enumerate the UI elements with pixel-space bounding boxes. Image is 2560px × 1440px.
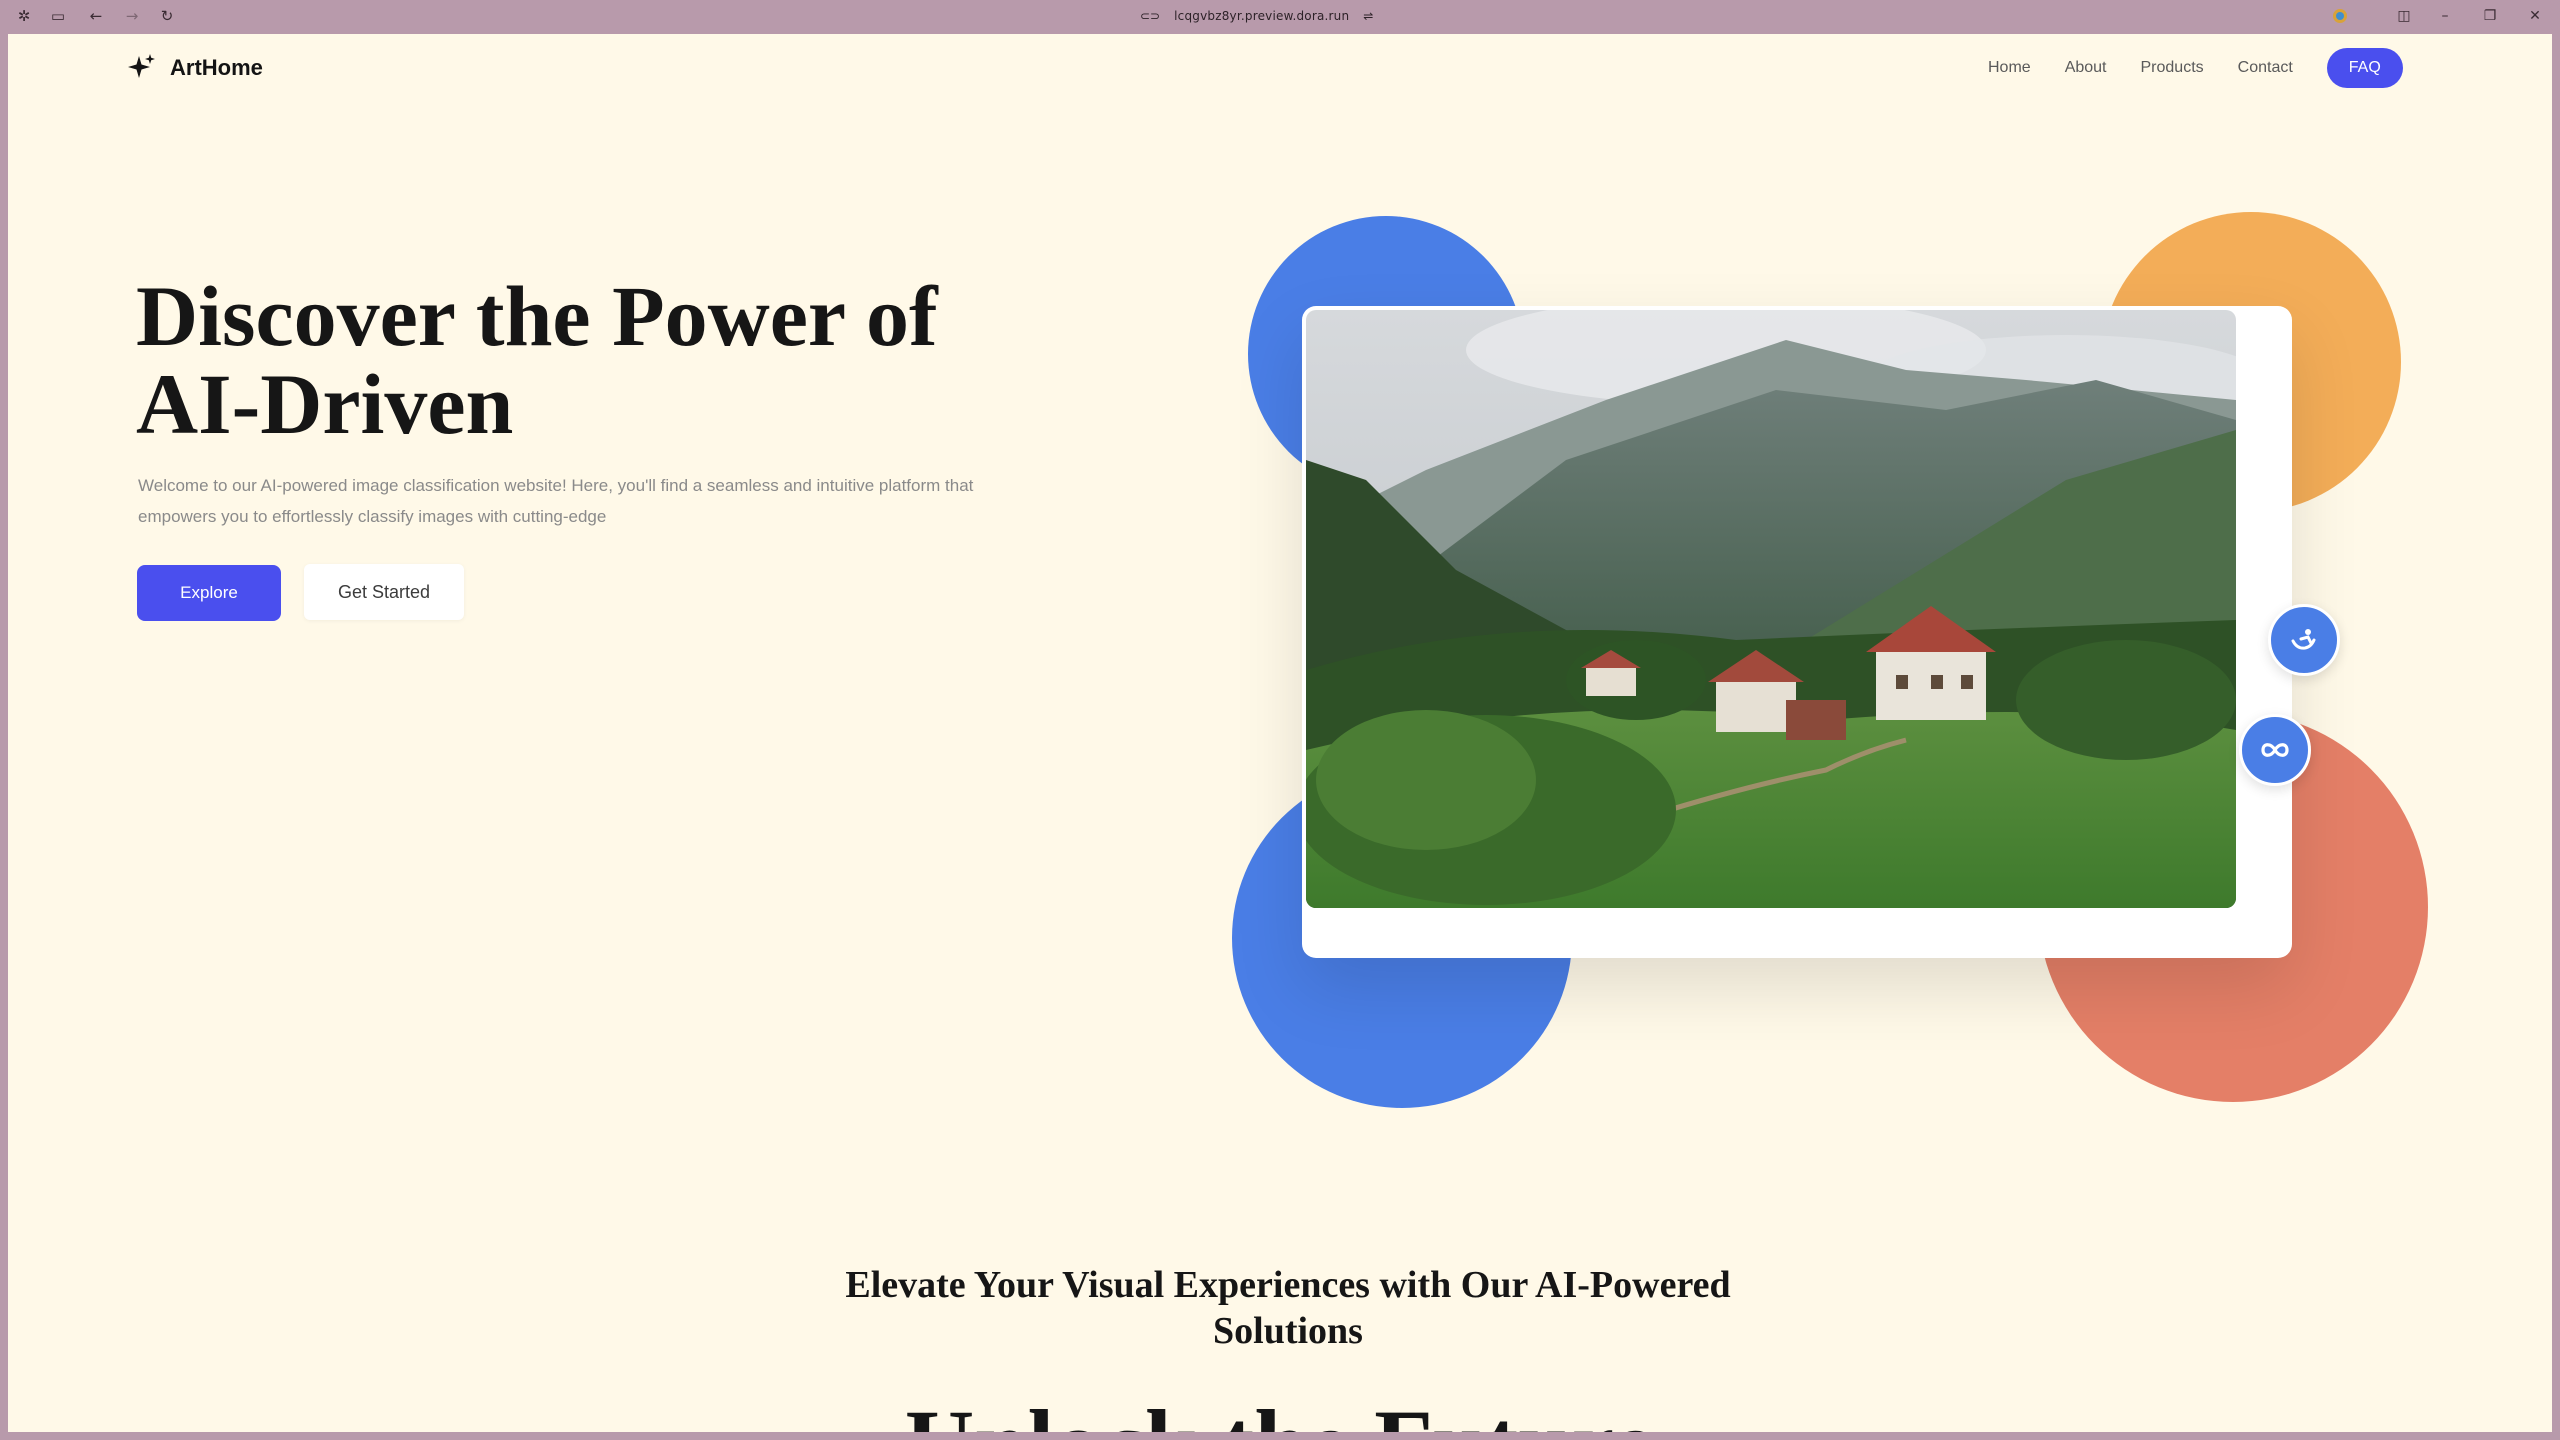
- minimize-icon[interactable]: –: [2434, 6, 2456, 26]
- browser-toolbar: ✲ ▭ ← → ↻ ⊂⊃ lcqgvbz8yr.preview.dora.run…: [0, 0, 2560, 32]
- forward-icon[interactable]: →: [122, 6, 142, 26]
- nav-link-home[interactable]: Home: [1988, 59, 2031, 77]
- explore-button[interactable]: Explore: [137, 565, 281, 621]
- infinity-link-icon: [2261, 743, 2289, 757]
- hero-description: Welcome to our AI-powered image classifi…: [138, 476, 974, 526]
- sparkle-icon: [128, 54, 155, 78]
- hero-title-line1: Discover the Power of: [136, 268, 938, 364]
- site-settings-icon[interactable]: ⇌: [1363, 9, 1373, 23]
- sidebar-toggle-icon[interactable]: ▭: [48, 6, 68, 26]
- profile-avatar-icon[interactable]: [2329, 6, 2351, 26]
- hero-title-line2: AI-Driven: [136, 356, 514, 452]
- section-big-heading: Unlock the Future: [8, 1394, 2552, 1433]
- page-viewport: ArtHome Home About Products Contact FAQ …: [8, 34, 2552, 1432]
- leaf-person-button[interactable]: [2268, 604, 2340, 676]
- hero-landscape-image: [1306, 310, 2236, 908]
- split-view-icon[interactable]: ◫: [2393, 6, 2415, 26]
- hero-image-card: [1302, 306, 2292, 958]
- nav-link-about[interactable]: About: [2065, 59, 2107, 77]
- faq-button[interactable]: FAQ: [2326, 48, 2403, 88]
- close-icon[interactable]: ✕: [2524, 6, 2546, 26]
- address-bar[interactable]: ⊂⊃ lcqgvbz8yr.preview.dora.run ⇌: [1140, 5, 1373, 27]
- nav-link-contact[interactable]: Contact: [2238, 59, 2293, 77]
- logo[interactable]: ArtHome: [126, 52, 263, 84]
- extensions-icon[interactable]: ✲: [14, 6, 34, 26]
- logo-text: ArtHome: [170, 55, 263, 80]
- back-icon[interactable]: ←: [86, 6, 106, 26]
- section-title: Elevate Your Visual Experiences with Our…: [845, 1264, 1731, 1352]
- hero-title: Discover the Power of AI-Driven: [136, 272, 1136, 448]
- leaf-person-icon: [2291, 629, 2316, 650]
- reload-icon[interactable]: ↻: [157, 6, 177, 26]
- get-started-button[interactable]: Get Started: [304, 564, 464, 620]
- link-icon: ⊂⊃: [1140, 9, 1161, 23]
- maximize-icon[interactable]: ❐: [2479, 6, 2501, 26]
- infinity-link-button[interactable]: [2239, 714, 2311, 786]
- url-text: lcqgvbz8yr.preview.dora.run: [1174, 9, 1350, 23]
- main-nav: Home About Products Contact FAQ: [1988, 48, 2403, 88]
- nav-link-products[interactable]: Products: [2141, 59, 2204, 77]
